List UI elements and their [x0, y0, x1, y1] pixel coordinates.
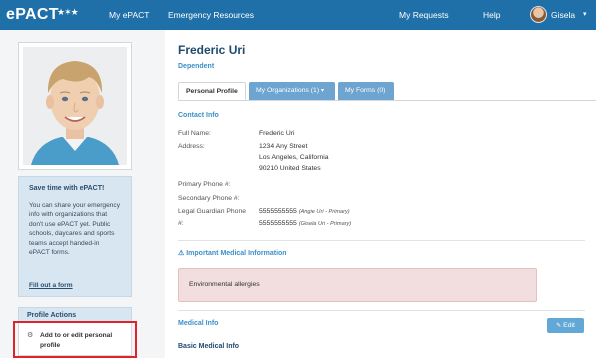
medical-info-title: Medical Info [178, 320, 219, 327]
profile-photo [23, 47, 127, 165]
guardian-phone-2-number: 5555555555 [259, 220, 297, 227]
edit-button[interactable]: ✎ Edit [547, 318, 584, 333]
address-line-3: 90210 United States [259, 165, 321, 172]
important-medical-box: Environmental allergies [178, 268, 537, 302]
tab-my-forms[interactable]: My Forms (0) [338, 82, 394, 100]
guardian-phone-2: 5555555555 (Gisela Uri - Primary) [259, 220, 351, 227]
nav-my-epact[interactable]: My ePACT [109, 10, 149, 20]
important-medical-text: Environmental allergies [189, 281, 260, 288]
guardian-phone-1-number: 5555555555 [259, 208, 297, 215]
primary-phone-label: Primary Phone #: [178, 181, 231, 188]
address-line-1: 1234 Any Street [259, 143, 308, 150]
user-avatar[interactable] [530, 6, 547, 23]
address-line-2: Los Angeles, California [259, 154, 329, 161]
profile-name: Frederic Uri [178, 43, 246, 57]
chevron-down-icon: ▾ [320, 88, 324, 94]
guardian-phone-1: 5555555555 (Angie Uri - Primary) [259, 208, 350, 215]
section-divider [178, 310, 585, 311]
tab-personal-profile[interactable]: Personal Profile [178, 82, 246, 100]
nav-my-requests[interactable]: My Requests [399, 10, 449, 20]
tab-divider [178, 100, 596, 101]
profile-panel: Frederic Uri Dependent Personal Profile … [165, 30, 596, 358]
chevron-down-icon[interactable]: ▾ [583, 10, 587, 18]
section-divider [178, 240, 585, 241]
logo-stars-icon: ★✶★ [57, 7, 79, 17]
promo-body: You can share your emergency info with o… [29, 202, 121, 257]
nav-help[interactable]: Help [483, 10, 500, 20]
profile-role: Dependent [178, 63, 215, 70]
contact-info-title: Contact Info [178, 112, 219, 119]
logo[interactable]: ePACT [6, 6, 59, 24]
guardian-phone-label: Legal Guardian Phone [178, 208, 247, 215]
highlight-box [13, 321, 137, 358]
promo-title: Save time with ePACT! [29, 185, 105, 192]
pencil-icon: ✎ [556, 323, 562, 329]
guardian-phone-2-note: (Gisela Uri - Primary) [298, 221, 352, 227]
tab-my-organizations-label: My Organizations (1) [256, 87, 320, 94]
secondary-phone-label: Secondary Phone #: [178, 195, 240, 202]
profile-actions-header: Profile Actions [18, 307, 132, 322]
warning-icon: ⚠ [178, 250, 185, 257]
guardian-phone-1-note: (Angie Uri - Primary) [298, 209, 350, 215]
full-name-value: Frederic Uri [259, 130, 295, 137]
guardian-phone-label-suffix: #: [178, 220, 184, 227]
full-name-label: Full Name: [178, 130, 211, 137]
profile-photo-frame [18, 42, 132, 170]
basic-medical-title: Basic Medical Info [178, 343, 240, 350]
edit-label: Edit [563, 322, 575, 329]
top-nav: ePACT ★✶★ My ePACT Emergency Resources M… [0, 0, 596, 30]
nav-user-name[interactable]: Gisela [551, 10, 575, 20]
important-medical-title: ⚠ Important Medical Information [178, 249, 287, 257]
address-label: Address: [178, 143, 205, 150]
fill-out-form-link[interactable]: Fill out a form [29, 282, 73, 289]
important-medical-label: Important Medical Information [186, 250, 287, 257]
tab-my-organizations[interactable]: My Organizations (1) ▾ [249, 82, 335, 100]
nav-emergency-resources[interactable]: Emergency Resources [168, 10, 254, 20]
promo-box: Save time with ePACT! You can share your… [18, 176, 132, 297]
